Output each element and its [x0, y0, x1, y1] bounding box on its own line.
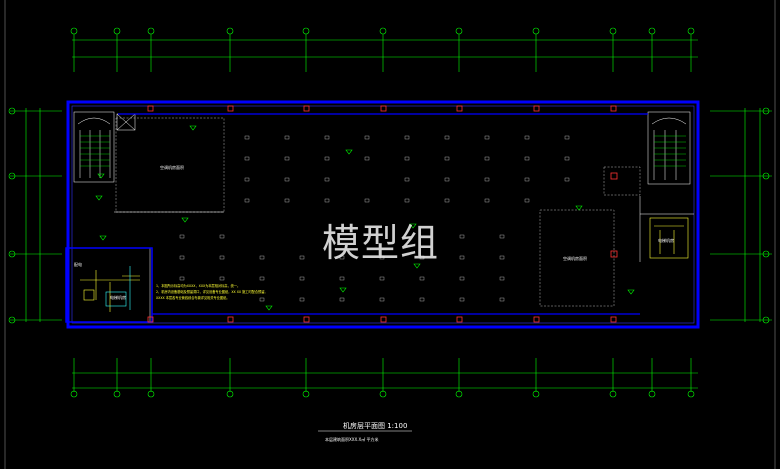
bottom-dimension-lines [72, 372, 698, 389]
room-label-center-right: 空调机房面积 [563, 256, 587, 261]
bottom-axis-bubbles [70, 390, 695, 398]
shafts [116, 113, 136, 131]
left-dimension-lines [10, 108, 62, 322]
drawing-notes: 1、本图所示标高均为XXXX，XXX为本层相对标高，统一。 2、机房内设备基础及… [156, 283, 268, 301]
left-axis-bubbles [8, 107, 16, 324]
room-label-center-top: 空调机房面积 [160, 165, 184, 170]
left-stair-core [73, 111, 115, 183]
right-dimension-lines [710, 108, 772, 322]
drawing-subtitle: 本层建筑面积XXX.X㎡ 平方米 [325, 437, 379, 442]
note-line: XXXX 本层各专业管线综合布置详见相关专业图纸。 [156, 296, 230, 300]
room-label-left: 电梯机房 [110, 295, 126, 300]
bottom-axis-ticks [73, 358, 692, 392]
top-dimension-lines [72, 39, 698, 58]
right-axis-bubbles [762, 107, 770, 324]
left-stair-treads [80, 135, 110, 167]
left-equipment-room [65, 247, 153, 323]
room-label-right: 电梯机房 [658, 238, 674, 243]
room-label-left-a: 配电 [74, 262, 82, 267]
watermark: 模型组 [322, 221, 440, 265]
drawing-title: 机房层平面图 1:100 [343, 422, 408, 430]
left-room-cyan [105, 266, 131, 310]
right-stair-treads [654, 135, 686, 167]
top-axis-bubbles [70, 27, 695, 35]
